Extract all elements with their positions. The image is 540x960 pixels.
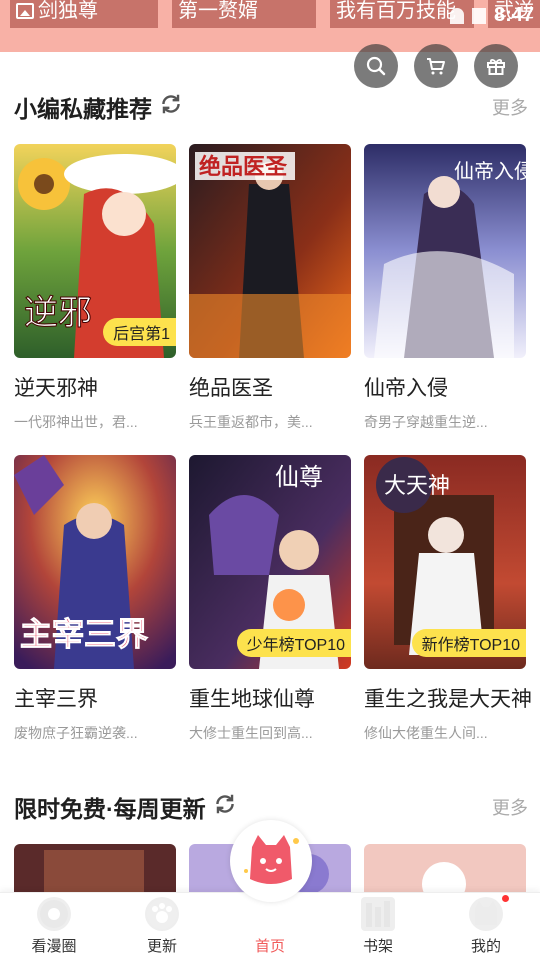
- bookshelf-icon: [361, 897, 395, 931]
- image-icon: [16, 3, 34, 19]
- comic-card[interactable]: 逆邪 后宫第1 逆天邪神 一代邪神出世，君...: [14, 144, 176, 432]
- nav-item-community[interactable]: 看漫圈: [0, 897, 108, 956]
- cart-icon: [427, 58, 445, 75]
- gift-icon: [487, 58, 505, 75]
- svg-text:主宰三界: 主宰三界: [20, 615, 148, 653]
- section-title: 小编私藏推荐: [14, 90, 184, 124]
- comic-cover[interactable]: 逆邪 后宫第1: [14, 144, 176, 358]
- comic-desc: 废物庶子狂霸逆袭...: [14, 725, 138, 741]
- nav-item-profile[interactable]: 我的: [432, 895, 540, 956]
- home-spacer: [216, 897, 324, 931]
- comic-cover[interactable]: 仙帝入侵: [364, 144, 526, 358]
- status-bar: 8:47: [449, 4, 534, 27]
- section-header-free: 限时免费·每周更新 更多: [14, 790, 528, 822]
- search-button[interactable]: [354, 44, 398, 88]
- more-link[interactable]: 更多: [492, 94, 528, 120]
- paw-icon: [145, 897, 179, 931]
- svg-text:仙尊: 仙尊: [275, 463, 323, 491]
- section-header-recommend: 小编私藏推荐 更多: [14, 90, 528, 122]
- comic-desc: 兵王重返都市，美...: [189, 414, 313, 430]
- gift-button[interactable]: [474, 44, 518, 88]
- comic-desc: 修仙大佬重生人间...: [364, 725, 488, 741]
- nav-item-update[interactable]: 更新: [108, 897, 216, 956]
- battery-icon: [471, 7, 486, 24]
- comic-title: 重生之我是大天神: [364, 688, 532, 711]
- section-title: 限时免费·每周更新: [14, 790, 238, 824]
- comic-card[interactable]: 主宰三界 主宰三界 废物庶子狂霸逆袭...: [14, 455, 176, 743]
- refresh-icon[interactable]: [212, 791, 238, 823]
- notification-dot: [502, 895, 509, 902]
- home-button[interactable]: [230, 820, 312, 902]
- comic-desc: 奇男子穿越重生逆...: [364, 414, 488, 430]
- bottom-nav: 看漫圈 更新 首页 书架 我的: [0, 892, 540, 960]
- more-link[interactable]: 更多: [492, 794, 528, 820]
- cat-icon: [469, 895, 509, 931]
- comic-title: 逆天邪神: [14, 377, 98, 400]
- comic-desc: 大修士重生回到高...: [189, 725, 313, 741]
- refresh-icon[interactable]: [158, 91, 184, 123]
- comic-title: 重生地球仙尊: [189, 688, 315, 711]
- comic-card[interactable]: 仙帝入侵 仙帝入侵 奇男子穿越重生逆...: [364, 144, 526, 432]
- wifi-icon: [449, 7, 464, 24]
- rank-badge: 新作榜TOP10: [411, 629, 526, 657]
- svg-text:绝品医圣: 绝品医圣: [199, 154, 288, 180]
- cart-button[interactable]: [414, 44, 458, 88]
- comic-card[interactable]: 大天神 新作榜TOP10 重生之我是大天神 修仙大佬重生人间...: [364, 455, 532, 743]
- comic-cover[interactable]: 仙尊 少年榜TOP10: [189, 455, 351, 669]
- banner-tab[interactable]: 第一赘婿: [172, 0, 316, 28]
- comic-cover[interactable]: 大天神 新作榜TOP10: [364, 455, 526, 669]
- svg-text:仙帝入侵: 仙帝入侵: [454, 159, 526, 183]
- search-icon: [366, 56, 386, 76]
- comic-title: 仙帝入侵: [364, 377, 448, 400]
- rank-badge: 少年榜TOP10: [236, 629, 351, 657]
- comic-desc: 一代邪神出世，君...: [14, 414, 138, 430]
- nav-item-bookshelf[interactable]: 书架: [324, 897, 432, 956]
- comic-title: 主宰三界: [14, 688, 98, 711]
- comic-cover[interactable]: 绝品医圣: [189, 144, 351, 358]
- nav-item-home[interactable]: 首页: [216, 897, 324, 956]
- status-time: 8:47: [493, 4, 534, 26]
- svg-text:大天神: 大天神: [384, 474, 450, 499]
- svg-text:逆邪: 逆邪: [24, 293, 92, 333]
- comic-card[interactable]: 仙尊 少年榜TOP10 重生地球仙尊 大修士重生回到高...: [189, 455, 351, 743]
- rank-badge: 后宫第1: [103, 318, 176, 346]
- comic-title: 绝品医圣: [189, 377, 273, 400]
- top-banner: 剑独尊 第一赘婿 我有百万技能 武逆 8:47: [0, 0, 540, 52]
- banner-tab[interactable]: 剑独尊: [10, 0, 158, 28]
- comic-cover[interactable]: 主宰三界: [14, 455, 176, 669]
- donut-icon: [37, 897, 71, 931]
- cat-face-icon: [244, 835, 299, 884]
- comic-card[interactable]: 绝品医圣 绝品医圣 兵王重返都市，美...: [189, 144, 351, 432]
